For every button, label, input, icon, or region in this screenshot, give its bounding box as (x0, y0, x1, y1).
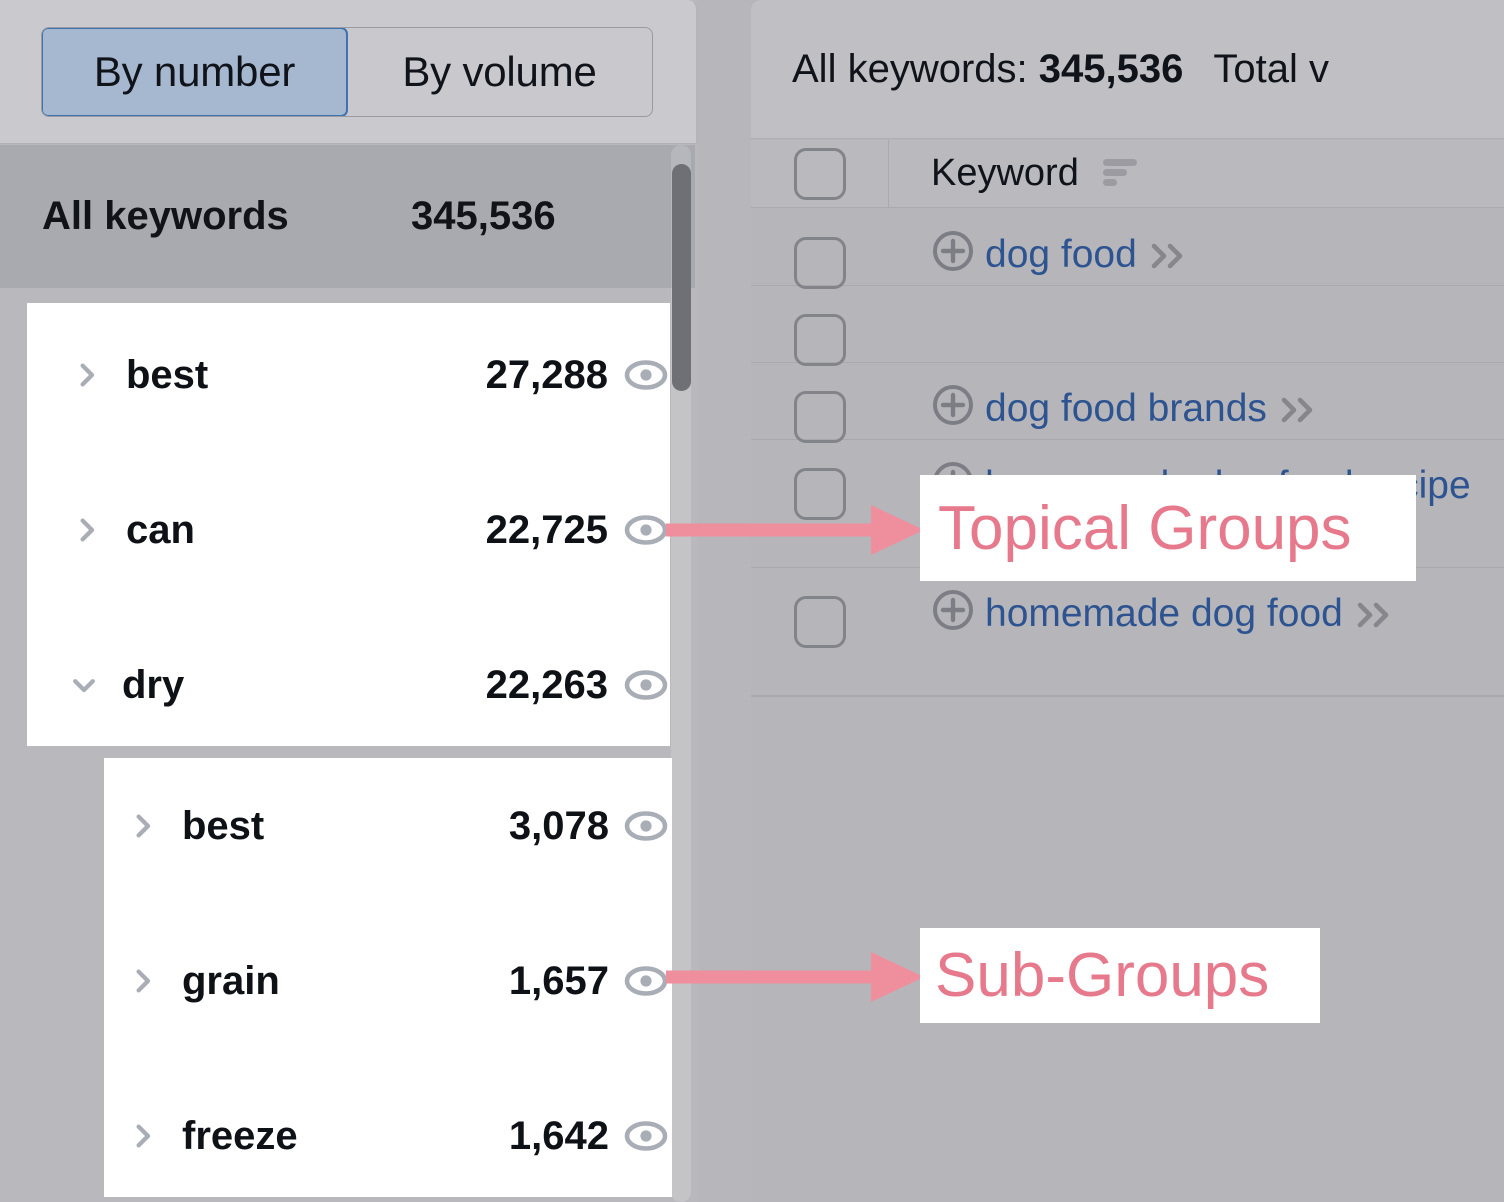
group-name: can (126, 507, 195, 552)
eye-icon[interactable] (623, 358, 669, 392)
all-keywords-label: All keywords (42, 194, 289, 238)
all-keywords-summary: All keywords: 345,536 (792, 47, 1183, 92)
table-row-divider (751, 696, 1504, 697)
group-count: 1,642 (508, 1113, 609, 1158)
eye-icon[interactable] (623, 513, 669, 547)
eye-icon[interactable] (623, 1119, 669, 1153)
toggle-by-number[interactable]: By number (42, 28, 348, 116)
table-header-row: Keyword (751, 140, 1504, 208)
table-row[interactable]: dog food (751, 209, 1504, 289)
keyword-cell[interactable]: dog food brands (931, 383, 1494, 434)
toggle-by-volume[interactable]: By volume (347, 28, 652, 116)
plus-circle-icon[interactable] (931, 383, 975, 427)
select-all-checkbox[interactable] (793, 147, 846, 200)
arrow-right-subgroups (666, 952, 924, 1002)
group-name: dry (122, 662, 185, 707)
double-chevron-right-icon[interactable] (1355, 592, 1397, 628)
screenshot-root: By number By volume All keywords 345,536… (0, 0, 1504, 1202)
group-name: best (126, 352, 209, 397)
group-count: 22,263 (485, 662, 608, 707)
row-checkbox[interactable] (794, 391, 846, 443)
arrow-right-topical (666, 505, 924, 555)
chevron-right-icon[interactable] (128, 1121, 158, 1151)
topical-groups-card: best 27,288 can 22,725 dry 22,263 (27, 303, 670, 746)
chevron-down-icon[interactable] (67, 670, 97, 700)
topical-group-row-dry[interactable]: dry 22,263 (27, 635, 670, 735)
row-checkbox[interactable] (794, 237, 846, 289)
callout-topical-groups-text: Topical Groups (938, 493, 1352, 563)
all-keywords-count: 345,536 (411, 194, 556, 238)
table-row[interactable] (751, 286, 1504, 366)
group-count: 22,725 (485, 507, 608, 552)
eye-icon[interactable] (623, 668, 669, 702)
group-name: freeze (182, 1113, 298, 1158)
eye-icon[interactable] (623, 964, 669, 998)
sub-group-row-best[interactable]: best 3,078 (104, 776, 672, 876)
sort-mode-toggle-group[interactable]: By number By volume (41, 27, 653, 117)
keyword-column-label: Keyword (931, 152, 1079, 194)
keyword-column-header[interactable]: Keyword (931, 140, 1145, 207)
plus-circle-icon[interactable] (931, 229, 975, 273)
group-count: 1,657 (508, 958, 609, 1003)
double-chevron-right-icon[interactable] (1279, 387, 1321, 423)
keyword-cell[interactable]: dog food (931, 229, 1494, 280)
callout-topical-groups: Topical Groups (920, 475, 1416, 581)
scrollbar-thumb[interactable] (672, 164, 691, 391)
groups-toolbar: By number By volume (0, 0, 698, 144)
sub-group-row-freeze[interactable]: freeze 1,642 (104, 1086, 672, 1186)
topical-group-row-can[interactable]: can 22,725 (27, 480, 670, 580)
eye-icon[interactable] (623, 809, 669, 843)
chevron-right-icon[interactable] (72, 515, 102, 545)
group-name: grain (182, 958, 280, 1003)
table-row[interactable]: dog food brands (751, 363, 1504, 443)
total-volume-label-truncated: Total v (1213, 46, 1329, 91)
sort-icon[interactable] (1101, 156, 1145, 191)
group-count: 3,078 (508, 803, 609, 848)
chevron-right-icon[interactable] (72, 360, 102, 390)
all-keywords-summary-count: 345,536 (1038, 46, 1184, 91)
topical-group-row-best[interactable]: best 27,288 (27, 325, 670, 425)
keyword-cell[interactable]: homemade dog food (931, 588, 1484, 639)
all-keywords-row[interactable]: All keywords 345,536 (0, 145, 695, 288)
keyword-link[interactable]: dog food brands (985, 387, 1267, 430)
groups-panel: By number By volume All keywords 345,536… (0, 0, 698, 1202)
chevron-right-icon[interactable] (128, 811, 158, 841)
table-row[interactable]: homemade dog food (751, 568, 1504, 696)
keyword-link[interactable]: dog food (985, 233, 1137, 276)
row-checkbox[interactable] (794, 596, 846, 648)
sub-groups-card: best 3,078 grain 1,657 freeze 1,642 (104, 758, 672, 1197)
row-checkbox[interactable] (794, 314, 846, 366)
keyword-link[interactable]: homemade dog food (985, 592, 1343, 635)
callout-sub-groups: Sub-Groups (920, 928, 1320, 1023)
group-count: 27,288 (485, 352, 608, 397)
sub-group-row-grain[interactable]: grain 1,657 (104, 931, 672, 1031)
chevron-right-icon[interactable] (128, 966, 158, 996)
group-name: best (182, 803, 265, 848)
double-chevron-right-icon[interactable] (1149, 233, 1191, 269)
all-keywords-summary-label: All keywords: (792, 46, 1028, 91)
select-all-cell[interactable] (751, 140, 889, 207)
keywords-summary-header: All keywords: 345,536 Total v (751, 0, 1504, 139)
callout-sub-groups-text: Sub-Groups (935, 941, 1270, 1010)
plus-circle-icon[interactable] (931, 588, 975, 632)
